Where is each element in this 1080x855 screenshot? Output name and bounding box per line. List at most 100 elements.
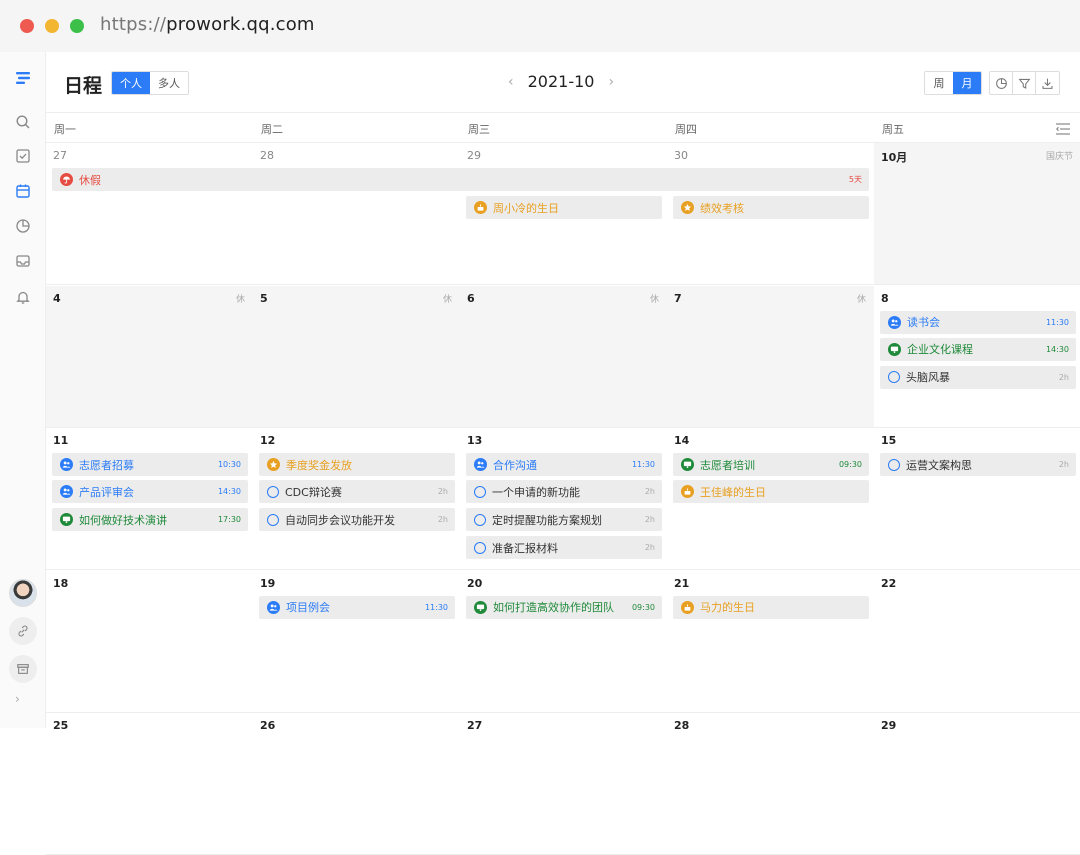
day-cell[interactable]: 29 (874, 713, 1080, 855)
day-cell[interactable]: 22 (874, 571, 1080, 713)
weekday-label: 周五 (882, 123, 904, 136)
calendar-event[interactable]: 头脑风暴 2h (880, 365, 1076, 389)
prev-month-chevron-icon[interactable]: ‹ (508, 74, 514, 90)
filter-button[interactable] (1013, 72, 1036, 94)
app-logo-icon[interactable] (13, 68, 33, 88)
day-cell[interactable]: 7休 (667, 285, 874, 428)
holiday-label: 国庆节 (1045, 152, 1073, 162)
event-title: 企业文化课程 (907, 343, 973, 357)
calendar-event[interactable]: 自动同步会议功能开发 2h (259, 508, 455, 532)
weekday-label: 周一 (54, 123, 76, 136)
day-number: 30 (674, 149, 688, 162)
day-cell[interactable]: 10月 国庆节 (874, 143, 1080, 285)
browser-chrome: https://prowork.qq.com (0, 0, 1080, 52)
tab-multi[interactable]: 多人 (150, 72, 188, 94)
day-cell[interactable]: 4休 (46, 285, 253, 428)
people-icon (60, 458, 73, 472)
calendar-event[interactable]: 王佳峰的生日 (673, 480, 869, 504)
minimize-window-button[interactable] (45, 19, 59, 33)
day-cell[interactable]: 27 (460, 713, 667, 855)
inbox-icon[interactable] (13, 251, 33, 271)
calendar-event[interactable]: 如何做好技术演讲 17:30 (52, 508, 248, 532)
page-title: 日程 (64, 75, 103, 97)
calendar-event[interactable]: 志愿者培训 09:30 (673, 453, 869, 477)
day-cell[interactable]: 21 (667, 571, 874, 713)
event-time: 2h (437, 515, 448, 525)
event-title: 合作沟通 (493, 458, 537, 472)
toolbar (989, 71, 1060, 95)
event-title: 准备汇报材料 (492, 541, 558, 555)
day-number: 8 (881, 291, 889, 305)
avatar[interactable] (9, 579, 37, 607)
event-title: 如何打造高效协作的团队 (493, 601, 614, 615)
maximize-window-button[interactable] (70, 19, 84, 33)
day-off-badge: 休 (856, 294, 866, 305)
current-month[interactable]: 2021-10 (528, 72, 595, 91)
calendar-event[interactable]: 马力的生日 (673, 595, 869, 619)
calendar-event[interactable]: 绩效考核 (673, 196, 869, 219)
sidebar: › (0, 52, 46, 728)
day-number: 18 (53, 576, 69, 590)
calendar-event[interactable]: 合作沟通 11:30 (466, 453, 662, 477)
event-time: 17:30 (217, 515, 241, 525)
day-cell[interactable]: 6休 (460, 285, 667, 428)
weekday-label: 周二 (261, 123, 283, 136)
calendar-event[interactable]: 读书会 11:30 (880, 310, 1076, 334)
day-number: 26 (260, 719, 276, 733)
next-month-chevron-icon[interactable]: › (608, 74, 614, 90)
day-cell[interactable]: 5休 (253, 285, 460, 428)
day-cell[interactable]: 15 (874, 428, 1080, 571)
search-icon[interactable] (13, 112, 33, 132)
export-button[interactable] (1036, 72, 1059, 94)
cake-icon (474, 201, 487, 214)
todo-icon[interactable] (13, 146, 33, 166)
day-cell[interactable]: 28 (253, 143, 460, 285)
day-number: 7 (674, 291, 682, 305)
calendar-event[interactable]: 周小冷的生日 (466, 196, 662, 219)
bell-icon[interactable] (13, 287, 33, 307)
archive-icon[interactable] (9, 655, 37, 683)
day-cell[interactable]: 18 (46, 571, 253, 713)
pie-chart-icon (995, 77, 1007, 89)
stats-icon[interactable] (13, 216, 33, 236)
calendar-event[interactable]: 企业文化课程 14:30 (880, 337, 1076, 361)
link-icon[interactable] (9, 617, 37, 645)
calendar-event[interactable]: 休假 5天 (52, 168, 869, 191)
calendar-event[interactable]: 定时提醒功能方案规划 2h (466, 508, 662, 532)
event-time: 09:30 (631, 602, 655, 612)
calendar-event[interactable]: CDC辩论赛 2h (259, 480, 455, 504)
calendar-event[interactable]: 如何打造高效协作的团队 09:30 (466, 595, 662, 619)
close-window-button[interactable] (20, 19, 34, 33)
calendar-event[interactable]: 运营文案构思 2h (880, 453, 1076, 477)
day-cell[interactable]: 27 (46, 143, 253, 285)
event-title: 头脑风暴 (906, 371, 950, 385)
list-settings-icon[interactable] (1056, 123, 1070, 135)
day-number: 13 (467, 434, 483, 448)
todo-ring-icon (267, 485, 279, 498)
url-host: prowork.qq.com (166, 14, 315, 35)
day-cell[interactable]: 28 (667, 713, 874, 855)
todo-ring-icon (888, 458, 900, 471)
event-time: 11:30 (1045, 317, 1069, 327)
calendar-event[interactable]: 季度奖金发放 (259, 453, 455, 477)
address-bar[interactable]: https://prowork.qq.com (100, 14, 315, 35)
calendar-event[interactable]: 准备汇报材料 2h (466, 536, 662, 560)
calendar-event[interactable]: 一个申请的新功能 2h (466, 480, 662, 504)
event-time: 11:30 (631, 460, 655, 470)
tab-month-view[interactable]: 月 (953, 72, 981, 94)
day-cell[interactable]: 26 (253, 713, 460, 855)
day-cell[interactable]: 25 (46, 713, 253, 855)
event-title: 如何做好技术演讲 (79, 513, 167, 527)
tab-week-view[interactable]: 周 (925, 72, 953, 94)
calendar-event[interactable]: 志愿者招募 10:30 (52, 453, 248, 477)
expand-sidebar-chevron-icon[interactable]: › (15, 692, 20, 706)
calendar-event[interactable]: 产品评审会 14:30 (52, 480, 248, 504)
day-cell[interactable]: 20 (460, 571, 667, 713)
day-cell[interactable]: 19 (253, 571, 460, 713)
stats-button[interactable] (990, 72, 1013, 94)
calendar-icon[interactable] (13, 181, 33, 201)
day-off-badge: 休 (235, 294, 245, 305)
calendar-event[interactable]: 项目例会 11:30 (259, 595, 455, 619)
tab-personal[interactable]: 个人 (112, 72, 150, 94)
event-time: 14:30 (217, 487, 241, 497)
